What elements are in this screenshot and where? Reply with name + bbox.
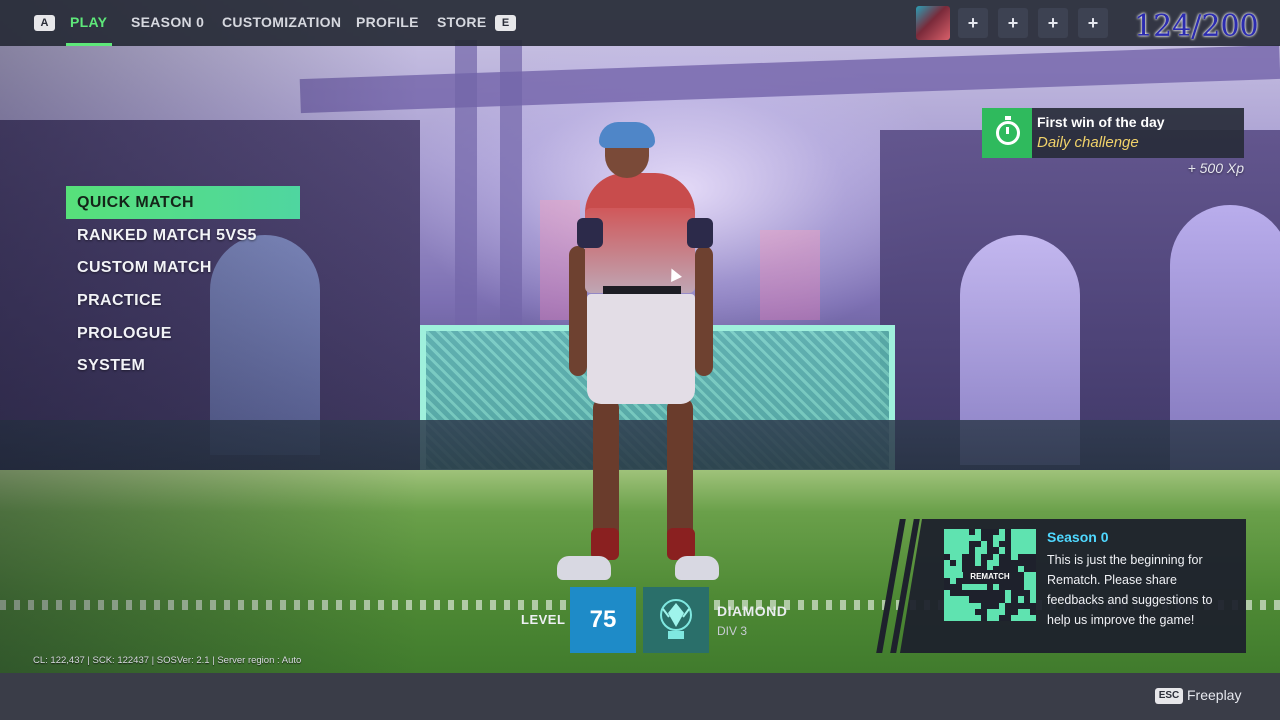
player-sleeve [687,218,713,248]
tab-customization[interactable]: CUSTOMIZATION [222,14,341,30]
level-badge: 75 [570,587,636,653]
player-sleeve [577,218,603,248]
play-mode-menu: QUICK MATCH RANKED MATCH 5VS5 CUSTOM MAT… [66,186,300,382]
tab-profile[interactable]: PROFILE [356,14,419,30]
rank-division: DIV 3 [717,624,748,638]
player-shorts [587,294,695,404]
qr-module [993,559,1000,566]
qr-module [999,535,1006,542]
freeplay-action[interactable]: Freeplay [1187,687,1241,703]
qr-module [1005,596,1012,603]
player-shoe [557,556,611,580]
qr-module [962,547,969,554]
challenge-reward: + 500 Xp [1187,160,1244,176]
menu-item-ranked-match[interactable]: RANKED MATCH 5VS5 [66,219,300,252]
player-arm [695,246,713,376]
qr-module [974,614,981,621]
qr-module [1029,596,1036,603]
party-invite-slot[interactable]: + [998,8,1028,38]
qr-module [993,614,1000,621]
menu-item-prologue[interactable]: PROLOGUE [66,317,300,350]
build-debug-info: CL: 122,437 | SCK: 122437 | SOSVer: 2.1 … [33,655,302,666]
qr-module [1029,547,1036,554]
menu-item-practice[interactable]: PRACTICE [66,284,300,317]
qr-module [980,584,987,591]
season-message: This is just the beginning for Rematch. … [1047,553,1213,627]
qr-module [999,547,1006,554]
rank-badge [643,587,709,653]
player-belt [603,286,681,294]
level-label: LEVEL [521,612,566,627]
tab-store[interactable]: STORE [437,14,486,30]
qr-module [974,602,981,609]
player-character [555,118,725,593]
qr-module [999,608,1006,615]
challenge-subtitle: Daily challenge [1037,134,1139,151]
active-tab-indicator [66,43,112,46]
bottom-bar [0,673,1280,720]
season-title: Season 0 [1047,529,1109,545]
player-beret [599,122,655,148]
pillar [500,40,522,340]
daily-challenge-card[interactable]: First win of the day Daily challenge [982,108,1244,158]
qr-module [974,559,981,566]
menu-item-system[interactable]: SYSTEM [66,349,300,382]
player-avatar[interactable] [916,6,950,40]
esc-key-hint[interactable]: ESC [1155,688,1183,704]
qr-module [950,578,957,585]
diamond-rank-icon [660,599,692,639]
prev-tab-key-hint[interactable]: A [34,15,55,31]
party-invite-slot[interactable]: + [958,8,988,38]
qr-module [1011,553,1018,560]
menu-item-quick-match[interactable]: QUICK MATCH [66,186,300,219]
challenge-icon-tile [982,108,1032,158]
pillar [455,40,477,340]
city-tower [760,230,820,320]
party-invite-slot[interactable]: + [1078,8,1108,38]
tab-play[interactable]: PLAY [70,14,107,30]
qr-module [980,547,987,554]
tab-season[interactable]: SEASON 0 [131,14,204,30]
party-invite-slot[interactable]: + [1038,8,1068,38]
qr-module [1017,596,1024,603]
menu-item-custom-match[interactable]: CUSTOM MATCH [66,251,300,284]
rank-name: DIAMOND [717,603,788,619]
top-nav-bar: A PLAY SEASON 0 CUSTOMIZATION PROFILE ST… [0,0,1280,46]
qr-module [993,584,1000,591]
qr-logo-label: REMATCH [963,570,1017,584]
overlay-counter: 124/200 [1134,9,1259,44]
challenge-title: First win of the day [1037,114,1165,130]
qr-module [1029,614,1036,621]
next-tab-key-hint[interactable]: E [495,15,516,31]
player-shoe [675,556,719,580]
stopwatch-icon [996,116,1020,145]
